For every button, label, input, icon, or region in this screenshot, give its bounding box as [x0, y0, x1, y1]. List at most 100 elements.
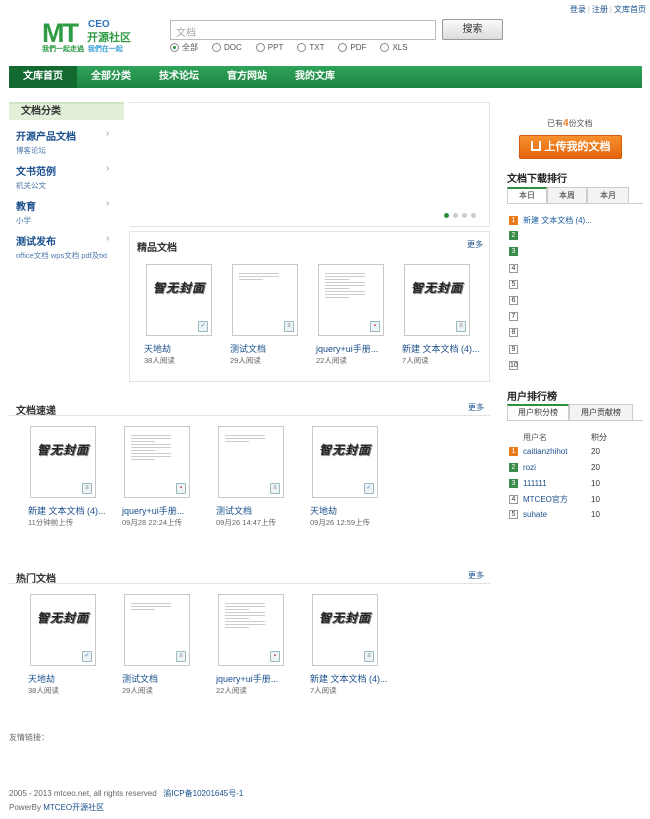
search-input[interactable]: 文档 [170, 20, 436, 40]
rank-tab[interactable]: 本月 [587, 187, 629, 203]
doc-type-radio[interactable]: PPT [255, 42, 283, 53]
rank-item[interactable]: 5 [509, 279, 523, 289]
sidebar-category-sub[interactable]: office文档 wps文档 pdf及txt [16, 250, 116, 261]
doc-thumbnail[interactable]: 智无封面 ✓ [312, 426, 378, 498]
pdf-file-icon: ▪ [270, 651, 280, 662]
sidebar-category-title[interactable]: 测试发布 [16, 233, 116, 248]
doc-title-link[interactable]: 新建 文本文档 (4)... [310, 674, 388, 685]
doc-thumbnail[interactable]: 智无封面 ≡ [30, 426, 96, 498]
rank-item[interactable]: 1 新建 文本文档 (4)... [509, 215, 592, 226]
user-name-link[interactable]: suhate [523, 510, 591, 519]
doc-title-link[interactable]: jquery+ui手册... [216, 674, 294, 685]
rank-tab[interactable]: 用户积分榜 [507, 404, 569, 420]
icp-link[interactable]: 渝ICP备10201645号-1 [163, 789, 243, 798]
nav-item[interactable]: 我的文库 [281, 66, 349, 88]
doc-thumbnail[interactable]: 智无封面 ✓ [146, 264, 212, 336]
doc-thumbnail[interactable]: 智无封面 ≡ [312, 594, 378, 666]
upload-doc-button[interactable]: 上传我的文档 [519, 135, 622, 159]
latest-more-link[interactable]: 更多 [468, 402, 484, 413]
powered-link[interactable]: MTCEO开源社区 [43, 803, 104, 812]
doc-type-radio[interactable]: TXT [297, 42, 324, 53]
doc-title-link[interactable]: 天地劫 [144, 344, 222, 355]
rank-tab[interactable]: 本日 [507, 187, 547, 203]
user-name-link[interactable]: 111111 [523, 479, 591, 488]
featured-title: 精品文档 [137, 243, 177, 254]
search-button[interactable]: 搜索 [442, 19, 503, 40]
sidebar-category-sub[interactable]: 小学 [16, 215, 116, 226]
radio-icon[interactable] [170, 43, 179, 52]
doc-title-link[interactable]: 测试文档 [216, 506, 294, 517]
thumb-text-lines [131, 603, 175, 612]
sidebar-category[interactable]: 教育 小学 › [16, 198, 116, 226]
doc-type-radio[interactable]: XLS [380, 42, 408, 53]
doc-type-radio[interactable]: PDF [338, 42, 366, 53]
slider-dot[interactable] [471, 213, 476, 218]
rank-tab[interactable]: 用户贡献榜 [569, 404, 633, 420]
doc-title-link[interactable]: 天地劫 [28, 674, 106, 685]
doc-thumbnail[interactable]: ≡ [124, 594, 190, 666]
doc-title-link[interactable]: 测试文档 [122, 674, 200, 685]
nav-item[interactable]: 全部分类 [77, 66, 145, 88]
slider-dot[interactable] [462, 213, 467, 218]
rank-item[interactable]: 3 [509, 247, 523, 257]
thumb-text-lines [239, 273, 283, 282]
site-logo[interactable]: MT CEO 开源社区 我們一起走過 我們在一起 [42, 18, 142, 54]
logo-slogan-a: 我們一起走過 [42, 46, 84, 53]
user-name-link[interactable]: MTCEO官方 [523, 494, 591, 505]
banner-slider[interactable] [129, 102, 490, 227]
hot-more-link[interactable]: 更多 [468, 570, 484, 581]
sidebar-category[interactable]: 开源产品文档 博客论坛 › [16, 128, 116, 156]
radio-icon[interactable] [212, 43, 221, 52]
slider-dot[interactable] [453, 213, 458, 218]
rank-item[interactable]: 9 [509, 344, 523, 354]
doc-title-link[interactable]: 新建 文本文档 (4)... [402, 344, 480, 355]
doc-thumbnail[interactable]: ▪ [124, 426, 190, 498]
doc-thumbnail[interactable]: 智无封面 ✓ [30, 594, 96, 666]
radio-icon[interactable] [255, 43, 265, 52]
sidebar-category-sub[interactable]: 博客论坛 [16, 145, 116, 156]
sidebar-category-title[interactable]: 文书范例 [16, 163, 116, 178]
radio-icon[interactable] [380, 43, 390, 52]
radio-icon[interactable] [297, 43, 307, 52]
rank-item[interactable]: 10 [509, 360, 523, 370]
sidebar-category[interactable]: 测试发布 office文档 wps文档 pdf及txt › [16, 233, 116, 261]
featured-more-link[interactable]: 更多 [467, 239, 483, 250]
upload-icon [530, 141, 541, 151]
rank-tab[interactable]: 本周 [547, 187, 587, 203]
nav-item[interactable]: 文库首页 [9, 66, 77, 88]
doc-type-radio[interactable]: DOC [212, 42, 242, 53]
logo-slogan-b: 我們在一起 [87, 46, 123, 53]
doc-thumbnail[interactable]: 智无封面 ≡ [404, 264, 470, 336]
user-name-link[interactable]: rozi [523, 463, 591, 472]
doc-thumbnail[interactable]: ≡ [218, 426, 284, 498]
register-link[interactable]: 注册 [592, 5, 608, 14]
rank-doc-link[interactable]: 新建 文本文档 (4)... [523, 215, 592, 226]
doc-title-link[interactable]: jquery+ui手册... [316, 344, 394, 355]
doc-title-link[interactable]: 测试文档 [230, 344, 308, 355]
user-rank-row: 2 rozi 20 [509, 462, 600, 472]
doc-thumbnail[interactable]: ≡ [232, 264, 298, 336]
doc-title-link[interactable]: jquery+ui手册... [122, 506, 200, 517]
sidebar-category-title[interactable]: 教育 [16, 198, 116, 213]
slider-dot[interactable] [444, 213, 449, 218]
rank-item[interactable]: 6 [509, 296, 523, 305]
sidebar-category-title[interactable]: 开源产品文档 [16, 128, 116, 143]
doc-title-link[interactable]: 天地劫 [310, 506, 388, 517]
rank-item[interactable]: 7 [509, 312, 523, 322]
rank-item[interactable]: 8 [509, 328, 523, 338]
sidebar-category[interactable]: 文书范例 机关公文 › [16, 163, 116, 191]
doc-thumbnail[interactable]: ▪ [318, 264, 384, 336]
radio-icon[interactable] [338, 43, 348, 52]
sidebar-category-sub[interactable]: 机关公文 [16, 180, 116, 191]
doc-thumbnail[interactable]: ▪ [218, 594, 284, 666]
rank-item[interactable]: 2 [509, 231, 523, 241]
nav-item[interactable]: 官方网站 [213, 66, 281, 88]
doc-title-link[interactable]: 新建 文本文档 (4)... [28, 506, 106, 517]
user-name-link[interactable]: caitianzhihot [523, 447, 591, 456]
login-link[interactable]: 登录 [570, 5, 586, 14]
nav-item[interactable]: 技术论坛 [145, 66, 213, 88]
library-home-link[interactable]: 文库首页 [614, 5, 646, 14]
doc-meta: 38人阅读 [28, 686, 59, 695]
rank-item[interactable]: 4 [509, 263, 523, 273]
doc-type-radio[interactable]: 全部 [170, 42, 198, 53]
